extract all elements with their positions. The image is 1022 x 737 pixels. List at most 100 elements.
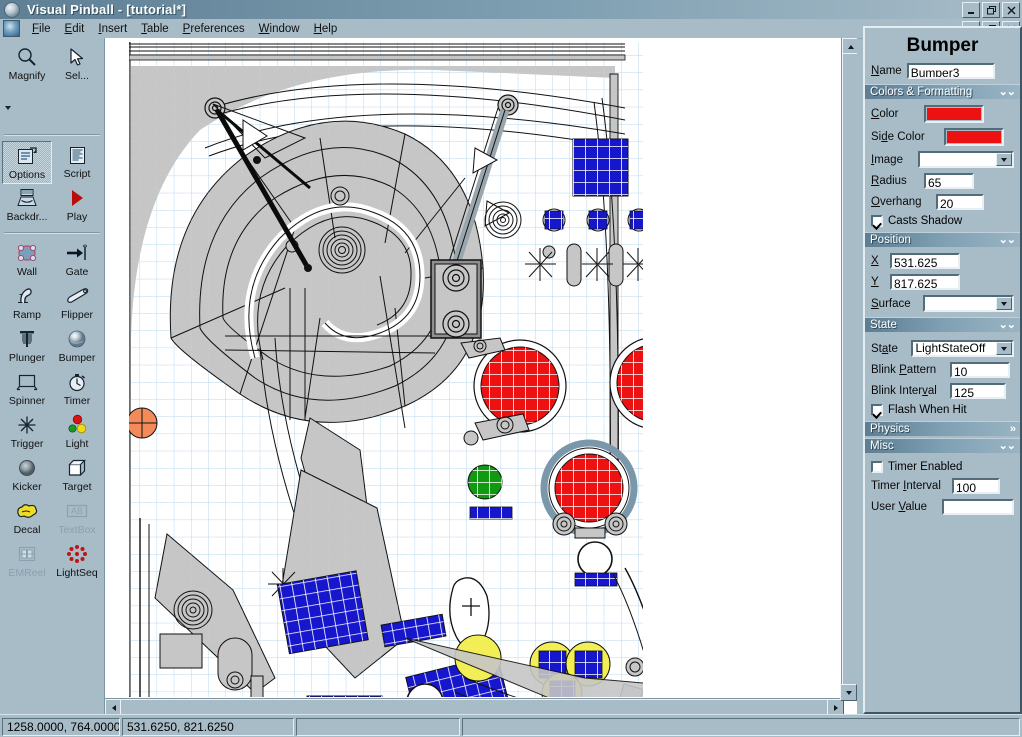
flash-when-hit-checkbox[interactable] <box>871 404 883 416</box>
section-title: Position <box>870 234 911 246</box>
chevron-down-icon[interactable] <box>996 342 1012 355</box>
horizontal-scroll-thumb[interactable] <box>120 699 829 714</box>
title-bar: Visual Pinball - [tutorial*] <box>0 0 1022 19</box>
section-header-position[interactable]: Position ⌄⌄ <box>865 232 1020 247</box>
blink-interval-row: Blink Interval 125 <box>865 383 1020 399</box>
timer-interval-input[interactable]: 100 <box>952 478 1000 494</box>
chevron-down-icon[interactable] <box>996 153 1012 166</box>
tool-bumper[interactable]: Bumper <box>52 325 102 368</box>
toolbox-group-elements: Wall Gate Ramp Flipper Plunger Bumper Sp… <box>2 237 102 585</box>
name-label: Name <box>871 65 902 77</box>
radius-row: Radius 65 <box>865 173 1020 189</box>
decal-icon <box>15 499 39 523</box>
section-header-state[interactable]: State ⌄⌄ <box>865 317 1020 332</box>
x-row: X 531.625 <box>865 253 1020 269</box>
tool-decal[interactable]: Decal <box>2 497 52 540</box>
tool-magnify[interactable]: Magnify <box>2 43 52 86</box>
radius-input[interactable]: 65 <box>924 173 974 189</box>
x-label: X <box>871 255 879 267</box>
tool-target[interactable]: Target <box>52 454 102 497</box>
vertical-scroll-thumb[interactable] <box>842 53 857 693</box>
blink-interval-input[interactable]: 125 <box>950 383 1006 399</box>
chevron-down-icon[interactable]: ⌄⌄ <box>999 440 1016 451</box>
chevron-right-icon[interactable]: » <box>1010 423 1016 434</box>
tool-wall[interactable]: Wall <box>2 239 52 282</box>
playfield-editor-canvas[interactable] <box>105 38 842 697</box>
image-row: Image <box>865 151 1020 168</box>
tool-label: Options <box>8 169 46 181</box>
color-swatch-button[interactable] <box>924 105 984 123</box>
menu-file[interactable]: File <box>25 22 58 36</box>
chevron-down-icon[interactable] <box>996 297 1012 310</box>
name-input[interactable]: Bumper3 <box>906 63 995 79</box>
color-label: Color <box>871 108 899 120</box>
casts-shadow-checkbox[interactable] <box>871 215 883 227</box>
tool-label: Timer <box>63 395 91 407</box>
flash-when-hit-row[interactable]: Flash When Hit <box>865 404 1020 416</box>
timer-enabled-checkbox[interactable] <box>871 461 883 473</box>
blink-pattern-input[interactable]: 10 <box>950 362 1010 378</box>
play-icon <box>67 186 87 210</box>
section-header-physics[interactable]: Physics » <box>865 421 1020 436</box>
tool-label: Backdr... <box>6 211 48 223</box>
user-value-input[interactable] <box>941 499 1014 515</box>
playfield-horizontal-scrollbar[interactable] <box>105 698 844 714</box>
tool-ramp[interactable]: Ramp <box>2 282 52 325</box>
tool-lightseq[interactable]: LightSeq <box>52 540 102 583</box>
close-button[interactable] <box>1002 2 1020 18</box>
playfield-vertical-scrollbar[interactable] <box>841 38 857 701</box>
arrow-select-icon <box>67 45 87 69</box>
tool-flipper[interactable]: Flipper <box>52 282 102 325</box>
application-icon[interactable] <box>3 20 20 37</box>
tool-timer[interactable]: Timer <box>52 368 102 411</box>
tool-trigger[interactable]: Trigger <box>2 411 52 454</box>
playfield-drawing <box>105 38 842 697</box>
tool-spinner[interactable]: Spinner <box>2 368 52 411</box>
spinner-icon <box>15 370 39 394</box>
tool-emreel[interactable]: EMReel <box>2 540 52 583</box>
x-input[interactable]: 531.625 <box>890 253 960 269</box>
tool-options[interactable]: Options <box>2 141 52 184</box>
menu-window[interactable]: Window <box>252 22 307 36</box>
tool-light[interactable]: Light <box>52 411 102 454</box>
mdi-scroll-corner-button[interactable] <box>840 684 857 701</box>
surface-row: Surface <box>865 295 1020 312</box>
tool-label: Script <box>63 168 91 180</box>
menu-help[interactable]: Help <box>307 22 345 36</box>
select-tool-dropdown[interactable] <box>2 86 13 129</box>
state-combobox[interactable]: LightStateOff <box>911 340 1014 357</box>
tool-play[interactable]: Play <box>52 184 102 227</box>
casts-shadow-row[interactable]: Casts Shadow <box>865 215 1020 227</box>
menu-insert[interactable]: Insert <box>91 22 134 36</box>
trigger-icon <box>16 413 38 437</box>
tool-textbox[interactable]: AB TextBox <box>52 497 102 540</box>
tool-plunger[interactable]: Plunger <box>2 325 52 368</box>
tool-select[interactable]: Sel... <box>52 43 102 86</box>
tool-script[interactable]: Script <box>52 141 102 184</box>
surface-combobox[interactable] <box>923 295 1014 312</box>
menu-preferences[interactable]: Preferences <box>176 22 252 36</box>
tool-backdrop[interactable]: Backdr... <box>2 184 52 227</box>
chevron-down-icon[interactable]: ⌄⌄ <box>999 86 1016 97</box>
image-combobox[interactable] <box>918 151 1014 168</box>
light-icon <box>65 413 89 437</box>
window-buttons <box>962 2 1020 18</box>
chevron-down-icon[interactable]: ⌄⌄ <box>999 234 1016 245</box>
minimize-button[interactable] <box>962 2 980 18</box>
side-color-swatch-button[interactable] <box>944 128 1004 146</box>
tool-kicker[interactable]: Kicker <box>2 454 52 497</box>
restore-button[interactable] <box>982 2 1000 18</box>
color-row: Color <box>865 105 1020 123</box>
overhang-input[interactable]: 20 <box>936 194 984 210</box>
menu-table[interactable]: Table <box>134 22 176 36</box>
side-color-label: Side Color <box>871 131 925 143</box>
user-value-row: User Value <box>865 499 1020 515</box>
section-header-colors[interactable]: Colors & Formatting ⌄⌄ <box>865 84 1020 99</box>
tool-gate[interactable]: Gate <box>52 239 102 282</box>
menu-edit[interactable]: Edit <box>58 22 92 36</box>
scroll-right-button[interactable] <box>827 699 844 714</box>
timer-enabled-row[interactable]: Timer Enabled <box>865 461 1020 473</box>
y-input[interactable]: 817.625 <box>890 274 960 290</box>
chevron-down-icon[interactable]: ⌄⌄ <box>999 319 1016 330</box>
section-header-misc[interactable]: Misc ⌄⌄ <box>865 438 1020 453</box>
